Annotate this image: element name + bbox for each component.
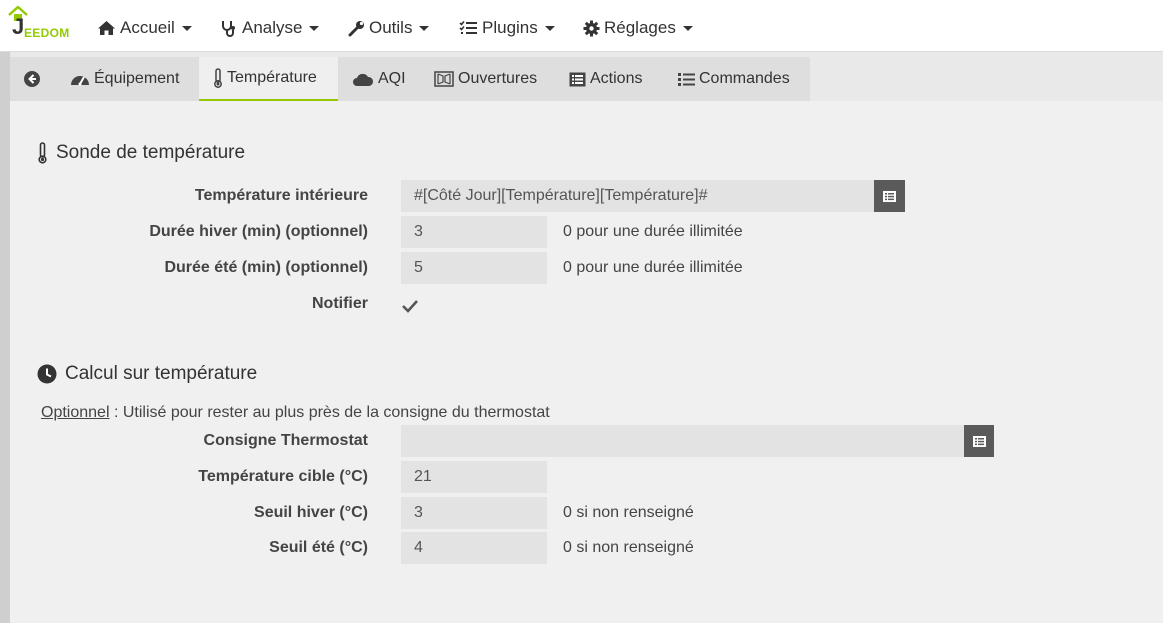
chevron-down-icon: [544, 25, 555, 31]
clock-icon: [37, 364, 57, 384]
list-icon: [678, 72, 695, 86]
top-navbar: J EEDOM Accueil Analyse Outils Plugins R…: [0, 0, 1163, 52]
home-icon: [98, 21, 115, 35]
logo-letter: J: [12, 14, 25, 39]
left-margin-strip: [0, 52, 10, 623]
winter-threshold-label: Seuil hiver (°C): [254, 504, 368, 521]
chevron-down-icon: [419, 25, 430, 31]
section-title-calcul: Calcul sur température: [37, 363, 257, 385]
tab-label: Température: [227, 69, 317, 86]
summer-threshold-label: Seuil été (°C): [269, 539, 368, 556]
interior-temp-input[interactable]: #[Côté Jour][Température][Température]#: [401, 180, 874, 212]
cloud-icon: [353, 73, 374, 86]
tab-actions[interactable]: Actions: [569, 57, 642, 101]
gear-icon: [583, 20, 600, 36]
tab-label: AQI: [378, 70, 406, 87]
winter-duration-label: Durée hiver (min) (optionnel): [149, 223, 368, 240]
consigne-label: Consigne Thermostat: [203, 432, 368, 449]
tab-commandes[interactable]: Commandes: [678, 57, 790, 101]
tab-label: Ouvertures: [458, 70, 538, 87]
list-alt-icon: [972, 435, 986, 447]
nav-accueil[interactable]: Accueil: [97, 17, 192, 39]
summer-threshold-help: 0 si non renseigné: [563, 539, 694, 556]
target-temp-label: Température cible (°C): [198, 468, 368, 485]
notify-checkbox[interactable]: [401, 297, 419, 315]
chevron-down-icon: [682, 25, 693, 31]
summer-threshold-input[interactable]: 4: [401, 532, 547, 564]
tab-temperature[interactable]: Température: [199, 57, 338, 101]
window-icon: [434, 71, 454, 87]
nav-label: Analyse: [242, 18, 303, 37]
list-alt-icon: [883, 190, 896, 202]
nav-reglages[interactable]: Réglages: [583, 17, 693, 39]
summer-duration-input[interactable]: 5: [401, 252, 547, 284]
tachometer-icon: [71, 76, 89, 86]
nav-analyse[interactable]: Analyse: [220, 17, 320, 39]
list-alt-icon: [569, 72, 586, 86]
tab-ouvertures[interactable]: Ouvertures: [434, 57, 537, 101]
nav-label: Plugins: [482, 18, 538, 37]
section-title-text: Sonde de température: [56, 142, 246, 163]
tab-back[interactable]: [24, 57, 44, 101]
thermometer-icon: [214, 68, 222, 88]
section-title-text: Calcul sur température: [65, 363, 258, 384]
optional-prefix: Optionnel: [41, 404, 110, 421]
select-command-button[interactable]: [874, 180, 905, 212]
winter-duration-help: 0 pour une durée illimitée: [563, 223, 743, 240]
notify-label: Notifier: [312, 295, 368, 312]
summer-duration-help: 0 pour une durée illimitée: [563, 259, 743, 276]
jeedom-logo[interactable]: J EEDOM: [6, 6, 78, 44]
tab-equipement[interactable]: Équipement: [70, 57, 179, 101]
nav-label: Accueil: [120, 18, 175, 37]
back-arrow-icon: [24, 71, 40, 87]
consigne-input[interactable]: [401, 425, 964, 457]
chevron-down-icon: [309, 25, 320, 31]
tasks-icon: [459, 20, 477, 34]
optional-note-text: : Utilisé pour rester au plus près de la…: [109, 404, 550, 421]
stethoscope-icon: [222, 21, 235, 37]
tab-aqi[interactable]: AQI: [352, 57, 406, 101]
wrench-icon: [348, 20, 364, 36]
section-title-sonde: Sonde de température: [37, 142, 245, 164]
tab-label: Commandes: [699, 70, 790, 87]
target-temp-input[interactable]: 21: [401, 461, 547, 493]
tab-label: Équipement: [94, 70, 180, 87]
nav-outils[interactable]: Outils: [348, 17, 430, 39]
summer-duration-label: Durée été (min) (optionnel): [164, 259, 368, 276]
tab-label: Actions: [590, 70, 643, 87]
logo-text: EEDOM: [24, 26, 70, 40]
nav-plugins[interactable]: Plugins: [459, 17, 555, 39]
optional-note: Optionnel : Utilisé pour rester au plus …: [41, 404, 550, 422]
nav-label: Outils: [369, 18, 413, 37]
select-command-button[interactable]: [964, 425, 994, 457]
thermometer-icon: [38, 142, 47, 164]
nav-label: Réglages: [604, 18, 676, 37]
chevron-down-icon: [181, 25, 192, 31]
winter-threshold-input[interactable]: 3: [401, 497, 547, 529]
winter-duration-input[interactable]: 3: [401, 216, 547, 248]
tab-bar: Équipement Température AQI Ouvertures Ac…: [10, 57, 810, 101]
interior-temp-label: Température intérieure: [194, 187, 368, 204]
winter-threshold-help: 0 si non renseigné: [563, 504, 694, 521]
